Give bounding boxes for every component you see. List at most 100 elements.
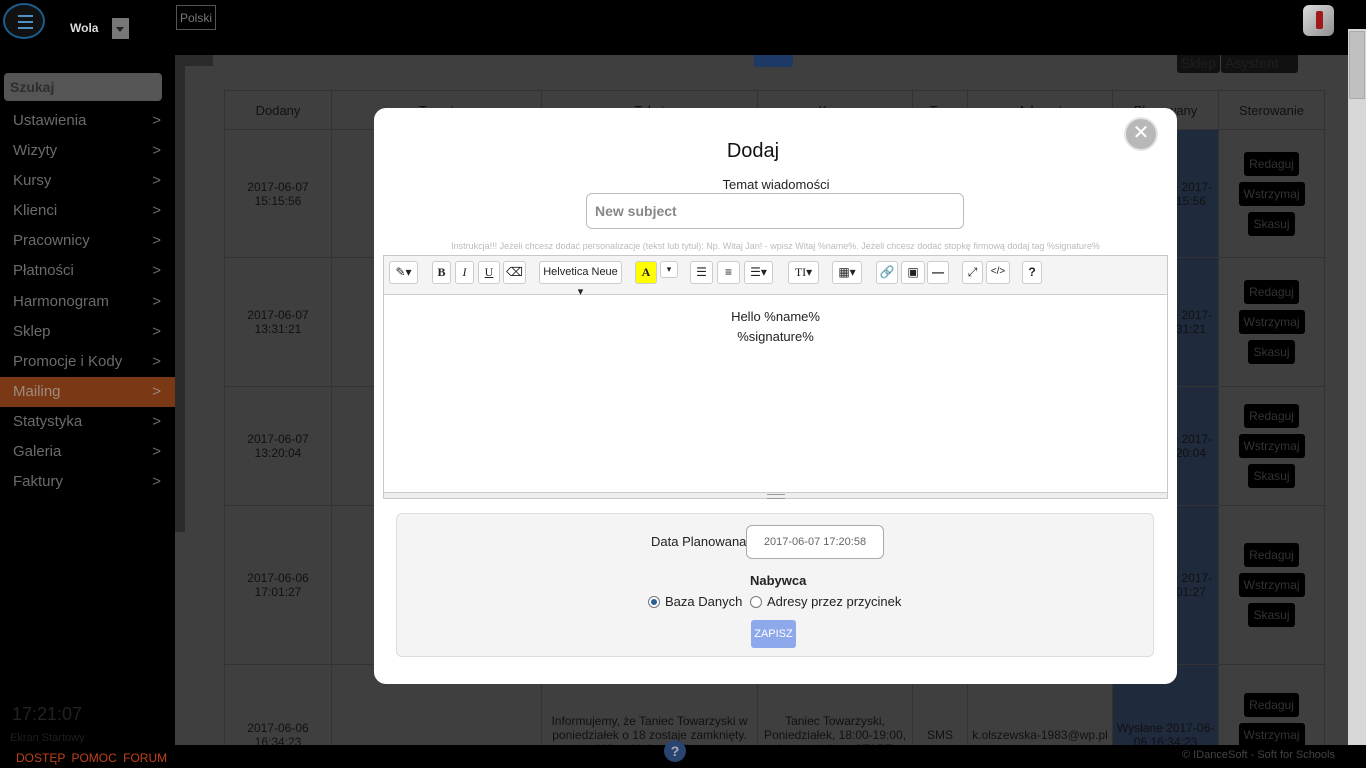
hamburger-menu-icon[interactable] [3, 3, 45, 39]
sidebar-item-label: Harmonogram [13, 292, 109, 310]
edit-button[interactable]: Redaguj [1244, 543, 1299, 567]
text-color-button[interactable]: A [635, 261, 657, 284]
chevron-down-icon[interactable]: ▾ [660, 261, 678, 278]
radio-checked-icon[interactable] [648, 595, 660, 608]
bold-button[interactable]: B [432, 261, 451, 284]
pause-button[interactable]: Wstrzymaj [1238, 434, 1305, 458]
italic-button[interactable]: I [455, 261, 474, 284]
radio-label: Baza Danych [665, 594, 743, 609]
footer-links[interactable]: DOSTĘP POMOC FORUM [16, 751, 167, 765]
editor-line: Hello %name% [731, 309, 820, 324]
chevron-right-icon: > [152, 142, 161, 160]
delete-button[interactable]: Skasuj [1248, 340, 1295, 364]
pause-button[interactable]: Wstrzymaj [1238, 573, 1305, 597]
date-label: Data Planowana [651, 534, 747, 549]
help-icon[interactable]: ? [664, 740, 686, 762]
chevron-right-icon: > [152, 232, 161, 250]
sidebar-item-label: Płatności [13, 262, 74, 280]
font-size-dropdown[interactable]: TI▾ [788, 261, 819, 284]
edit-button[interactable]: Redaguj [1244, 692, 1299, 717]
sidebar-item-label: Sklep [13, 322, 51, 340]
horizontal-rule-icon[interactable]: — [927, 261, 949, 284]
chevron-right-icon: > [152, 172, 161, 190]
sidebar-item-pracownicy[interactable]: Pracownicy > [0, 226, 175, 256]
font-family-dropdown[interactable]: Helvetica Neue ▾ [539, 261, 622, 298]
assistant-button[interactable]: Asystent [1221, 55, 1298, 73]
language-selector[interactable]: Polski [176, 5, 217, 30]
column-header[interactable]: Sterowanie [1218, 90, 1325, 130]
location-dropdown-icon[interactable] [112, 18, 129, 39]
table-cell-date: 2017-06-07 15:15:56 [224, 129, 332, 258]
pause-button[interactable]: Wstrzymaj [1238, 181, 1305, 206]
editor-line: %signature% [737, 329, 814, 344]
date-text: 2017-06-06 [247, 571, 309, 585]
sidebar-item-kursy[interactable]: Kursy > [0, 166, 175, 196]
clock: 17:21:07 [12, 704, 83, 724]
underline-button[interactable]: U [478, 261, 500, 284]
save-button[interactable]: ZAPISZ [751, 620, 796, 648]
chevron-right-icon: > [152, 202, 161, 220]
delete-button[interactable]: Skasuj [1248, 211, 1295, 236]
font-family-label: Helvetica Neue [543, 266, 618, 278]
sidebar-item-label: Kursy [13, 172, 52, 190]
clock-caption: Ekran Startowy [10, 732, 85, 744]
date-text: 2017-06-07 [247, 308, 309, 322]
ordered-list-icon[interactable]: ≡ [717, 261, 740, 284]
sidebar-item-ustawienia[interactable]: Ustawienia > [0, 106, 175, 136]
pause-button[interactable]: Wstrzymaj [1238, 722, 1305, 745]
sidebar-item-label: Promocje i Kody [13, 352, 123, 370]
sidebar-item-mailing[interactable]: Mailing > [0, 376, 175, 407]
table-cell-date: 2017-06-07 13:20:04 [224, 386, 332, 506]
scrollbar-thumb[interactable] [1349, 31, 1365, 99]
sidebar-item-statystyka[interactable]: Statystyka > [0, 407, 175, 437]
sidebar-item-label: Ustawienia [13, 112, 87, 129]
page-scrollbar[interactable] [1348, 29, 1366, 745]
pause-button[interactable]: Wstrzymaj [1238, 310, 1305, 334]
copyright-text: © IDanceSoft - Soft for Schools [1181, 749, 1335, 761]
unordered-list-icon[interactable]: ☰ [690, 261, 713, 284]
align-dropdown-icon[interactable]: ☰▾ [744, 261, 773, 284]
table-cell-controls: Redaguj Wstrzymaj Skasuj [1218, 129, 1325, 258]
table-cell-controls: Redaguj Wstrzymaj Skasuj [1218, 505, 1325, 665]
radio-unchecked-icon[interactable] [750, 595, 762, 608]
sidebar-item-wizyty[interactable]: Wizyty > [0, 136, 175, 166]
shop-button[interactable]: Sklep [1177, 55, 1221, 73]
radio-database[interactable]: Baza Danych [648, 594, 742, 609]
chevron-right-icon: > [152, 112, 161, 129]
date-text: 2017-06-07 [247, 432, 309, 446]
search-input[interactable]: Szukaj [4, 73, 162, 101]
date-field[interactable] [746, 525, 884, 559]
eraser-icon[interactable]: ⌫ [503, 261, 526, 284]
filter-button[interactable] [754, 55, 793, 67]
radio-addresses[interactable]: Adresy przez przycinek [750, 594, 901, 609]
sidebar-item-galeria[interactable]: Galeria > [0, 437, 175, 467]
editor-resize-handle[interactable] [384, 492, 1167, 499]
link-icon[interactable]: 🔗 [876, 261, 898, 284]
table-icon[interactable]: ▦▾ [832, 261, 862, 284]
sidebar-item-sklep[interactable]: Sklep > [0, 317, 175, 347]
delete-button[interactable]: Skasuj [1248, 603, 1295, 627]
editor-toolbar: ✎▾ B I U ⌫ Helvetica Neue ▾ A ▾ ☰ ≡ ☰▾ T… [384, 256, 1167, 298]
radio-label: Adresy przez przycinek [767, 594, 902, 609]
help-button[interactable]: ? [1022, 261, 1042, 284]
font-size-label: TI [794, 265, 807, 279]
editor-content[interactable]: Hello %name% %signature% [384, 295, 1167, 492]
table-cell-controls: Redaguj Wstrzymaj Skasuj [1218, 386, 1325, 506]
subject-input[interactable] [586, 193, 964, 229]
sidebar-item-platnosci[interactable]: Płatności > [0, 256, 175, 286]
image-icon[interactable]: ▣ [901, 261, 925, 284]
sidebar-item-promocje[interactable]: Promocje i Kody > [0, 347, 175, 377]
fullscreen-icon[interactable]: ⤢ [962, 261, 983, 284]
sidebar-item-harmonogram[interactable]: Harmonogram > [0, 287, 175, 317]
edit-button[interactable]: Redaguj [1244, 280, 1299, 304]
style-dropdown-icon[interactable]: ✎▾ [389, 261, 418, 284]
time-text: 13:31:21 [254, 322, 302, 336]
column-header[interactable]: Dodany [224, 90, 332, 130]
edit-button[interactable]: Redaguj [1244, 151, 1299, 176]
edit-button[interactable]: Redaguj [1244, 404, 1299, 428]
delete-button[interactable]: Skasuj [1248, 464, 1295, 488]
sidebar-item-klienci[interactable]: Klienci > [0, 196, 175, 226]
avatar[interactable] [1303, 5, 1334, 36]
code-view-icon[interactable]: </> [986, 261, 1010, 284]
sidebar-item-faktury[interactable]: Faktury > [0, 467, 175, 497]
